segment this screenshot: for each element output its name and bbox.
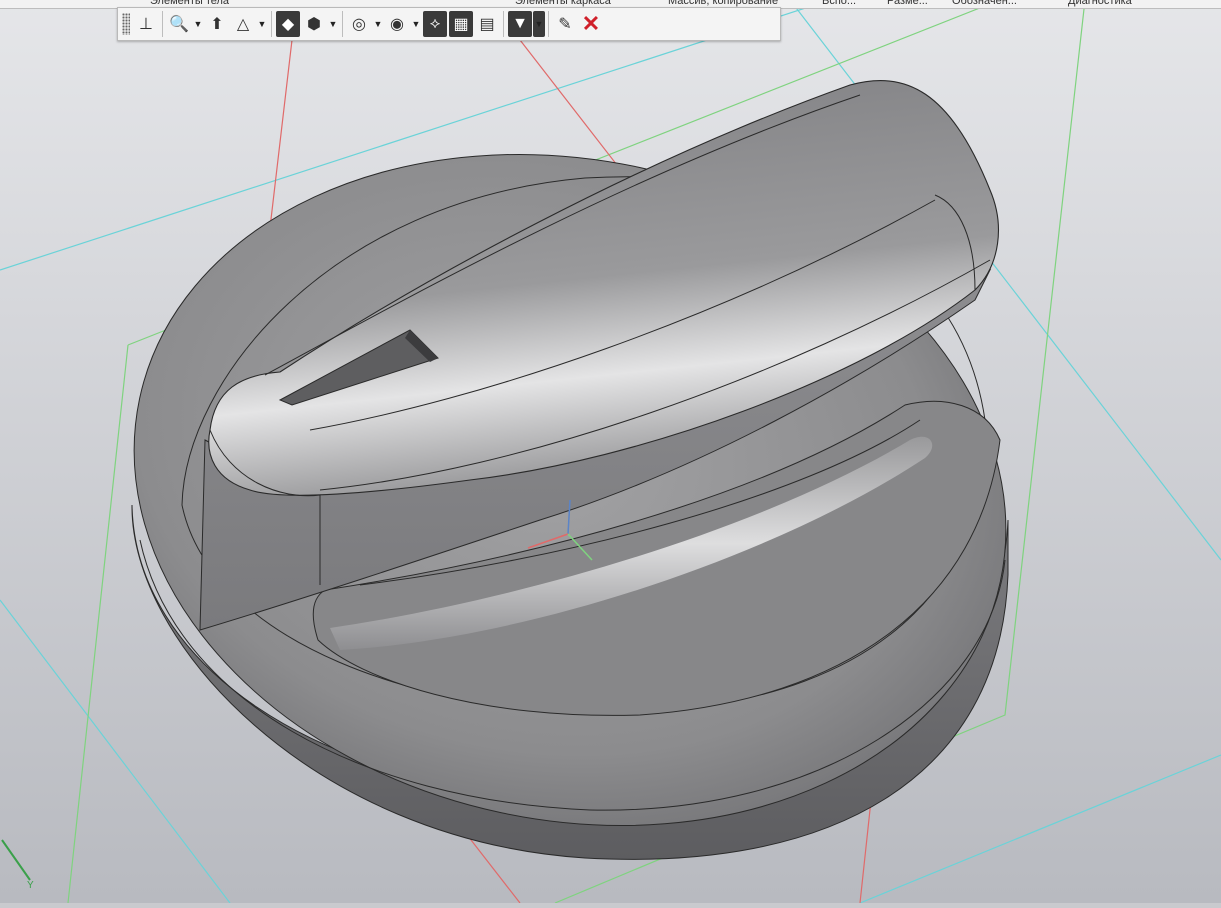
ribbon-tab[interactable]: Диагностика bbox=[1068, 0, 1132, 7]
toolbar-grip[interactable] bbox=[122, 13, 130, 35]
constraints-icon[interactable]: ⟡ bbox=[423, 11, 447, 37]
close-icon[interactable]: ✕ bbox=[579, 11, 603, 37]
orientation-icon[interactable]: ⊥ bbox=[134, 11, 158, 37]
chevron-down-icon[interactable]: ▼ bbox=[256, 11, 268, 37]
chevron-down-icon[interactable]: ▼ bbox=[372, 11, 384, 37]
chevron-down-icon[interactable]: ▼ bbox=[533, 11, 545, 37]
separator bbox=[271, 11, 272, 37]
model-canvas[interactable]: Y bbox=[0, 0, 1221, 904]
ribbon-tab[interactable]: Разме... bbox=[887, 0, 928, 7]
axis-label-y: Y bbox=[27, 880, 34, 891]
layers-icon[interactable]: ▤ bbox=[475, 11, 499, 37]
separator bbox=[342, 11, 343, 37]
filter-icon[interactable]: ▼ bbox=[508, 11, 532, 37]
solid-display-icon[interactable]: ⬢ bbox=[302, 11, 326, 37]
view-toolbar: ⊥ 🔍 ▼ ⬆ △ ▼ ◆ ⬢ ▼ ◎ ▼ ◉ ▼ ⟡ ▦ ▤ ▼ ▼ ✎ ✕ bbox=[117, 7, 781, 41]
separator bbox=[503, 11, 504, 37]
chevron-down-icon[interactable]: ▼ bbox=[410, 11, 422, 37]
ribbon-tab[interactable]: Вспо... bbox=[822, 0, 856, 7]
ribbon-tab[interactable]: Обозначен... bbox=[952, 0, 1017, 7]
hide-icon[interactable]: ◎ bbox=[347, 11, 371, 37]
eyedropper-icon[interactable]: ✎ bbox=[553, 11, 577, 37]
separator bbox=[548, 11, 549, 37]
ribbon-tab[interactable]: Элементы каркаса bbox=[515, 0, 611, 7]
chevron-down-icon[interactable]: ▼ bbox=[192, 11, 204, 37]
separator bbox=[162, 11, 163, 37]
zoom-icon[interactable]: 🔍 bbox=[167, 11, 191, 37]
shaded-display-icon[interactable]: ◆ bbox=[276, 11, 300, 37]
pan-rotate-icon[interactable]: ⬆ bbox=[205, 11, 229, 37]
perspective-icon[interactable]: ▦ bbox=[449, 11, 473, 37]
ribbon-tab[interactable]: Элементы тела bbox=[150, 0, 229, 7]
section-icon[interactable]: △ bbox=[231, 11, 255, 37]
ribbon-tab[interactable]: Массив, копирование bbox=[668, 0, 778, 7]
model-viewport[interactable]: Y bbox=[0, 0, 1221, 904]
chevron-down-icon[interactable]: ▼ bbox=[327, 11, 339, 37]
visibility-icon[interactable]: ◉ bbox=[385, 11, 409, 37]
